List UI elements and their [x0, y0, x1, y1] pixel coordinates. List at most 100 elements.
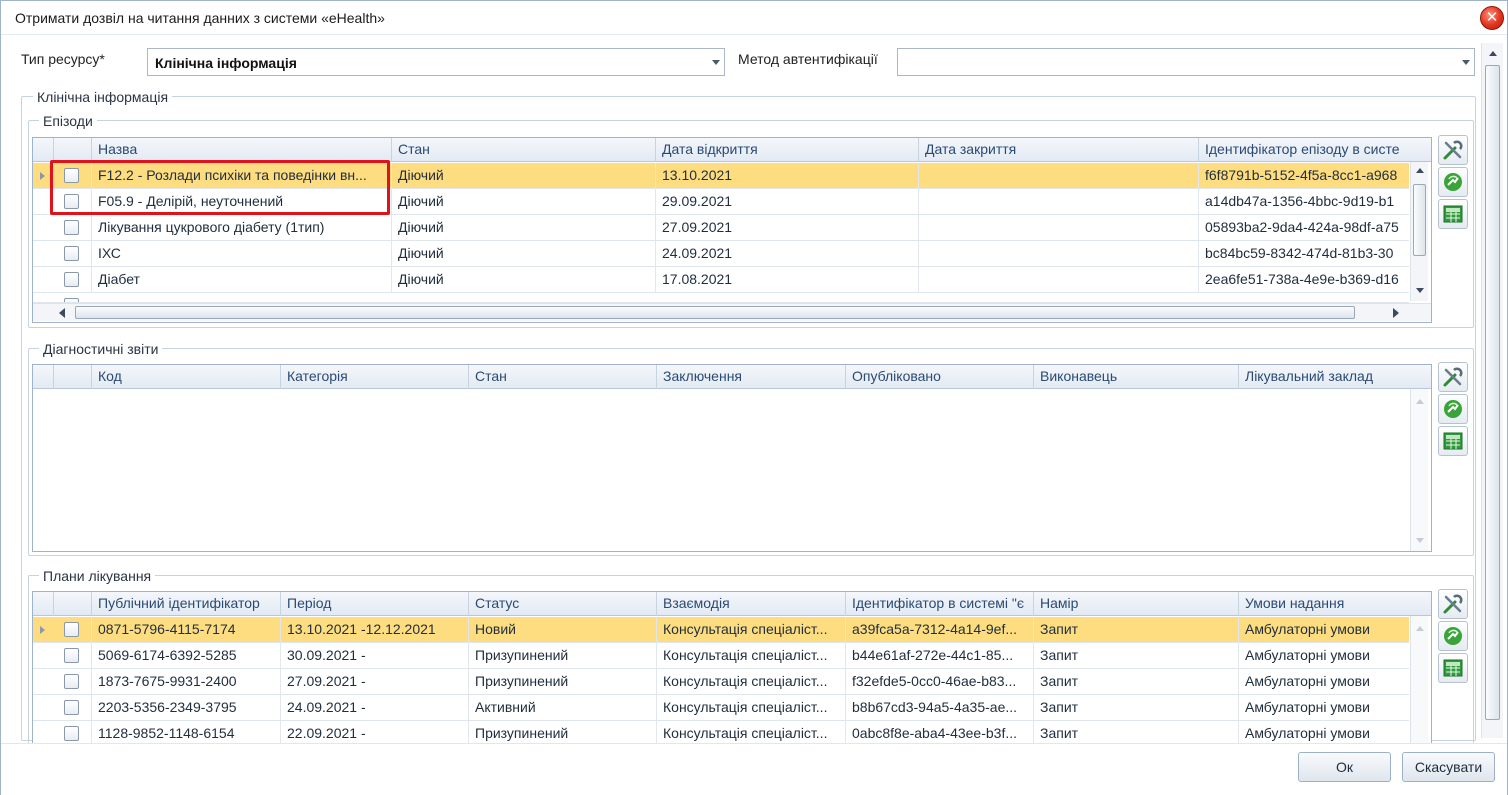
plan-interaction: Консультація спеціаліст... [656, 695, 845, 721]
resource-type-label: Тип ресурсу* [21, 51, 105, 67]
episode-close-date [918, 267, 1198, 293]
header-checkbox [53, 138, 91, 162]
resource-type-select[interactable]: Клінічна інформація [147, 48, 725, 76]
table-row[interactable]: 1128-9852-1148-6154 22.09.2021 - Призупи… [33, 721, 1409, 745]
refresh-link-icon [1444, 173, 1462, 191]
table-export-button[interactable] [1438, 653, 1468, 683]
plans-col-public-id[interactable]: Публічний ідентифікатор [91, 592, 280, 616]
table-row[interactable]: Діабет Діючий 17.08.2021 2ea6fe51-738a-4… [33, 267, 1409, 293]
episode-status: Діючий [391, 215, 655, 241]
title-bar: Отримати дозвіл на читання данних з сист… [1, 1, 1507, 35]
row-checkbox[interactable] [64, 272, 79, 287]
close-icon[interactable]: ✕ [1480, 6, 1504, 30]
table-row[interactable]: ІХС Діючий 24.09.2021 bc84bc59-8342-474d… [33, 241, 1409, 267]
scroll-up-icon[interactable] [1416, 626, 1424, 631]
plan-intent: Запит [1033, 617, 1238, 643]
refresh-link-button[interactable] [1438, 621, 1468, 651]
ok-button[interactable]: Ок [1298, 752, 1391, 782]
episodes-col-name[interactable]: Назва [91, 138, 391, 162]
scroll-down-icon[interactable] [1416, 288, 1424, 293]
form-vscroll[interactable] [1481, 43, 1503, 738]
table-row[interactable]: F12.2 - Розлади психіки та поведінки вн.… [33, 163, 1409, 189]
episode-name: F12.2 - Розлади психіки та поведінки вн.… [91, 163, 391, 189]
row-checkbox[interactable] [64, 622, 79, 637]
auth-method-label: Метод автентифікації [738, 51, 878, 67]
table-export-icon [1443, 205, 1463, 223]
table-export-button[interactable] [1438, 199, 1468, 229]
scroll-up-icon[interactable] [1416, 168, 1424, 173]
reports-vscroll[interactable] [1410, 389, 1428, 551]
row-checkbox[interactable] [64, 194, 79, 209]
cancel-button[interactable]: Скасувати [1402, 752, 1495, 782]
episode-open-date: 24.09.2021 [655, 241, 918, 267]
episodes-vscroll[interactable] [1410, 162, 1428, 301]
scroll-thumb[interactable] [1485, 65, 1500, 720]
table-row[interactable]: 1873-7675-9931-2400 27.09.2021 - Призупи… [33, 669, 1409, 695]
tools-icon [1443, 367, 1463, 387]
reports-col-performer[interactable]: Виконавець [1033, 365, 1238, 389]
table-row[interactable]: F05.9 - Делірій, неуточнений Діючий 29.0… [33, 189, 1409, 215]
table-export-button[interactable] [1438, 426, 1468, 456]
row-checkbox[interactable] [64, 674, 79, 689]
scroll-left-icon[interactable] [59, 308, 65, 318]
plans-col-intent[interactable]: Намір [1033, 592, 1238, 616]
reports-col-facility[interactable]: Лікувальний заклад [1238, 365, 1410, 389]
table-row[interactable]: 0871-5796-4115-7174 13.10.2021 -12.12.20… [33, 617, 1409, 643]
episodes-col-id[interactable]: Ідентифікатор епізоду в систе [1198, 138, 1410, 162]
plan-public-id: 2203-5356-2349-3795 [91, 695, 280, 721]
scroll-thumb[interactable] [75, 306, 1355, 319]
plans-col-period[interactable]: Період [280, 592, 468, 616]
resource-type-value: Клінічна інформація [155, 55, 297, 71]
episodes-grid: Назва Стан Дата відкриття Дата закриття … [32, 137, 1432, 323]
plans-col-system-id[interactable]: Ідентифікатор в системі "є [845, 592, 1033, 616]
plan-conditions: Амбулаторні умови [1238, 669, 1410, 695]
auth-method-select[interactable] [897, 48, 1475, 76]
scroll-up-icon[interactable] [1489, 51, 1497, 56]
scroll-right-icon[interactable] [1393, 308, 1399, 318]
episodes-group-title: Епізоди [39, 113, 97, 129]
chevron-down-icon [1462, 60, 1470, 65]
tools-button[interactable] [1438, 589, 1468, 619]
row-checkbox[interactable] [64, 168, 79, 183]
row-indicator [33, 163, 51, 189]
reports-col-published[interactable]: Опубліковано [845, 365, 1033, 389]
reports-col-conclusion[interactable]: Заключення [656, 365, 845, 389]
reports-grid-header: Код Категорія Стан Заключення Опублікова… [33, 365, 1431, 389]
episode-id: 2ea6fe51-738a-4e9e-b369-d16 [1198, 267, 1410, 293]
header-checkbox [53, 592, 91, 616]
reports-col-code[interactable]: Код [91, 365, 280, 389]
plan-public-id: 5069-6174-6392-5285 [91, 643, 280, 669]
row-checkbox[interactable] [64, 246, 79, 261]
row-checkbox[interactable] [64, 220, 79, 235]
row-checkbox[interactable] [64, 700, 79, 715]
episode-open-date: 17.08.2021 [655, 267, 918, 293]
reports-col-status[interactable]: Стан [468, 365, 656, 389]
plan-intent: Запит [1033, 643, 1238, 669]
reports-col-category[interactable]: Категорія [280, 365, 468, 389]
refresh-link-button[interactable] [1438, 167, 1468, 197]
refresh-link-button[interactable] [1438, 394, 1468, 424]
table-row[interactable]: Лікування цукрового діабету (1тип) Діючи… [33, 215, 1409, 241]
tools-button[interactable] [1438, 362, 1468, 392]
episodes-col-open-date[interactable]: Дата відкриття [655, 138, 918, 162]
episodes-col-status[interactable]: Стан [391, 138, 655, 162]
header-indicator [33, 592, 53, 616]
plan-conditions: Амбулаторні умови [1238, 695, 1410, 721]
scroll-thumb[interactable] [1413, 184, 1426, 256]
row-checkbox[interactable] [64, 726, 79, 741]
table-row[interactable]: 2203-5356-2349-3795 24.09.2021 - Активни… [33, 695, 1409, 721]
caret-right-icon [40, 626, 45, 634]
table-row[interactable]: 5069-6174-6392-5285 30.09.2021 - Призупи… [33, 643, 1409, 669]
episodes-hscroll[interactable] [33, 303, 1431, 321]
tools-button[interactable] [1438, 135, 1468, 165]
plans-col-status[interactable]: Статус [468, 592, 656, 616]
scroll-down-icon[interactable] [1416, 538, 1424, 543]
plans-col-conditions[interactable]: Умови надання [1238, 592, 1410, 616]
plans-vscroll[interactable] [1410, 616, 1428, 745]
episodes-col-close-date[interactable]: Дата закриття [918, 138, 1198, 162]
plan-public-id: 1128-9852-1148-6154 [91, 721, 280, 745]
scroll-up-icon[interactable] [1416, 399, 1424, 404]
episode-status: Діючий [391, 189, 655, 215]
row-checkbox[interactable] [64, 648, 79, 663]
plans-col-interaction[interactable]: Взаємодія [656, 592, 845, 616]
